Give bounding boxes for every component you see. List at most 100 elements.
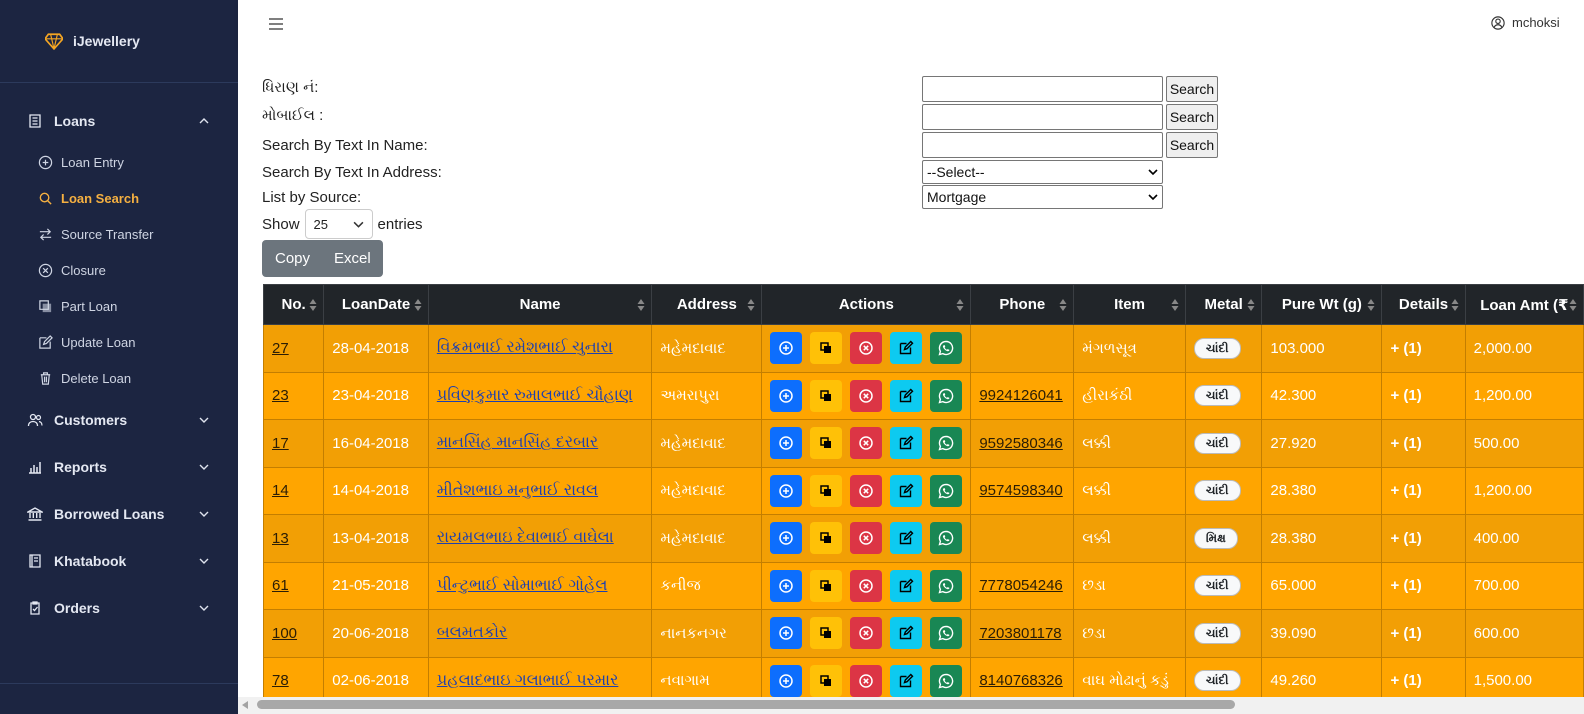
copy-button[interactable] bbox=[810, 427, 843, 460]
column-header-3[interactable]: Address bbox=[651, 284, 763, 325]
whatsapp-button[interactable] bbox=[930, 664, 963, 697]
brand[interactable]: iJewellery bbox=[0, 0, 238, 83]
details-toggle[interactable]: + (1) bbox=[1390, 577, 1421, 594]
close-loan-button[interactable] bbox=[850, 617, 883, 650]
copy-button[interactable]: Copy bbox=[262, 240, 322, 277]
whatsapp-button[interactable] bbox=[930, 379, 963, 412]
customer-name-link[interactable]: પ્રહલાદભાઇ ગલાભાઈ પરમાર bbox=[437, 672, 619, 689]
sidebar-group-customers[interactable]: Customers bbox=[0, 396, 238, 443]
column-header-6[interactable]: Item bbox=[1073, 284, 1186, 325]
sidebar-item-part-loan[interactable]: Part Loan bbox=[0, 288, 238, 324]
mobile-search-button[interactable]: Search bbox=[1166, 104, 1218, 130]
details-toggle[interactable]: + (1) bbox=[1390, 435, 1421, 452]
whatsapp-button[interactable] bbox=[930, 522, 963, 555]
details-toggle[interactable]: + (1) bbox=[1390, 625, 1421, 642]
address-select[interactable]: --Select-- bbox=[922, 160, 1163, 184]
add-button[interactable] bbox=[770, 664, 803, 697]
copy-button[interactable] bbox=[810, 522, 843, 555]
details-toggle[interactable]: + (1) bbox=[1390, 387, 1421, 404]
column-header-2[interactable]: Name bbox=[427, 284, 653, 325]
copy-button[interactable] bbox=[810, 617, 843, 650]
close-loan-button[interactable] bbox=[850, 332, 883, 365]
add-button[interactable] bbox=[770, 474, 803, 507]
sidebar-item-closure[interactable]: Closure bbox=[0, 252, 238, 288]
edit-button[interactable] bbox=[890, 617, 923, 650]
scroll-left-icon[interactable] bbox=[242, 701, 248, 709]
loan-number-link[interactable]: 78 bbox=[272, 672, 289, 689]
page-length-select[interactable]: 25 bbox=[304, 209, 373, 239]
sidebar-group-khatabook[interactable]: Khatabook bbox=[0, 537, 238, 584]
sidebar-item-source-transfer[interactable]: Source Transfer bbox=[0, 216, 238, 252]
column-header-4[interactable]: Actions bbox=[761, 284, 972, 325]
sidebar-group-borrowed-loans[interactable]: Borrowed Loans bbox=[0, 490, 238, 537]
copy-button[interactable] bbox=[810, 474, 843, 507]
whatsapp-button[interactable] bbox=[930, 569, 963, 602]
edit-button[interactable] bbox=[890, 379, 923, 412]
customer-name-link[interactable]: વિક્રમભાઈ રમેશભાઈ ચુનારા bbox=[437, 339, 613, 356]
loan-number-link[interactable]: 14 bbox=[272, 482, 289, 499]
copy-button[interactable] bbox=[810, 379, 843, 412]
source-select[interactable]: Mortgage bbox=[922, 185, 1163, 209]
edit-button[interactable] bbox=[890, 332, 923, 365]
user-menu[interactable]: mchoksi bbox=[1491, 15, 1560, 30]
column-header-0[interactable]: No. bbox=[262, 284, 325, 325]
edit-button[interactable] bbox=[890, 569, 923, 602]
loan-number-link[interactable]: 100 bbox=[272, 625, 297, 642]
whatsapp-button[interactable] bbox=[930, 427, 963, 460]
sidebar-item-loan-entry[interactable]: Loan Entry bbox=[0, 144, 238, 180]
excel-button[interactable]: Excel bbox=[322, 240, 383, 277]
add-button[interactable] bbox=[770, 522, 803, 555]
copy-button[interactable] bbox=[810, 569, 843, 602]
close-loan-button[interactable] bbox=[850, 569, 883, 602]
add-button[interactable] bbox=[770, 332, 803, 365]
phone-link[interactable]: 9924126041 bbox=[979, 387, 1062, 404]
close-loan-button[interactable] bbox=[850, 664, 883, 697]
column-header-7[interactable]: Metal bbox=[1184, 284, 1263, 325]
customer-name-link[interactable]: મીતેશભાઇ મનુભાઈ રાવલ bbox=[437, 482, 598, 499]
hamburger-menu-icon[interactable] bbox=[268, 16, 284, 32]
column-header-8[interactable]: Pure Wt (g) bbox=[1261, 284, 1383, 325]
name-search-button[interactable]: Search bbox=[1166, 132, 1218, 158]
phone-link[interactable]: 9574598340 bbox=[979, 482, 1062, 499]
copy-button[interactable] bbox=[810, 664, 843, 697]
whatsapp-button[interactable] bbox=[930, 617, 963, 650]
phone-link[interactable]: 9592580346 bbox=[979, 435, 1062, 452]
column-header-9[interactable]: Details bbox=[1381, 284, 1466, 325]
close-loan-button[interactable] bbox=[850, 474, 883, 507]
details-toggle[interactable]: + (1) bbox=[1390, 482, 1421, 499]
customer-name-link[interactable]: રાયમલભાઇ દેવાભાઈ વાઘેલા bbox=[437, 529, 614, 546]
edit-button[interactable] bbox=[890, 474, 923, 507]
scrollbar-thumb[interactable] bbox=[257, 700, 1235, 709]
sidebar-group-reports[interactable]: Reports bbox=[0, 443, 238, 490]
phone-link[interactable]: 8140768326 bbox=[979, 672, 1062, 689]
add-button[interactable] bbox=[770, 379, 803, 412]
customer-name-link[interactable]: પ્રવિણકુમાર રુમાલભાઈ ચૌહાણ bbox=[437, 387, 633, 404]
customer-name-link[interactable]: પીન્ટુભાઈ સોમાભાઈ ગોહેલ bbox=[437, 577, 608, 594]
dhiran-search-button[interactable]: Search bbox=[1166, 76, 1218, 102]
add-button[interactable] bbox=[770, 427, 803, 460]
whatsapp-button[interactable] bbox=[930, 474, 963, 507]
loan-number-link[interactable]: 13 bbox=[272, 530, 289, 547]
sidebar-item-loan-search[interactable]: Loan Search bbox=[0, 180, 238, 216]
add-button[interactable] bbox=[770, 617, 803, 650]
close-loan-button[interactable] bbox=[850, 522, 883, 555]
edit-button[interactable] bbox=[890, 664, 923, 697]
close-loan-button[interactable] bbox=[850, 379, 883, 412]
loan-number-link[interactable]: 27 bbox=[272, 340, 289, 357]
details-toggle[interactable]: + (1) bbox=[1390, 672, 1421, 689]
whatsapp-button[interactable] bbox=[930, 332, 963, 365]
dhiran-input[interactable] bbox=[922, 76, 1163, 102]
sidebar-item-delete-loan[interactable]: Delete Loan bbox=[0, 360, 238, 396]
column-header-5[interactable]: Phone bbox=[970, 284, 1075, 325]
details-toggle[interactable]: + (1) bbox=[1390, 530, 1421, 547]
name-search-input[interactable] bbox=[922, 132, 1163, 158]
details-toggle[interactable]: + (1) bbox=[1390, 340, 1421, 357]
phone-link[interactable]: 7778054246 bbox=[979, 577, 1062, 594]
phone-link[interactable]: 7203801178 bbox=[979, 625, 1061, 642]
customer-name-link[interactable]: બલમતકોર bbox=[437, 624, 507, 641]
mobile-input[interactable] bbox=[922, 104, 1163, 130]
copy-button[interactable] bbox=[810, 332, 843, 365]
sidebar-group-loans[interactable]: Loans bbox=[0, 97, 238, 144]
column-header-1[interactable]: LoanDate bbox=[323, 284, 429, 325]
add-button[interactable] bbox=[770, 569, 803, 602]
